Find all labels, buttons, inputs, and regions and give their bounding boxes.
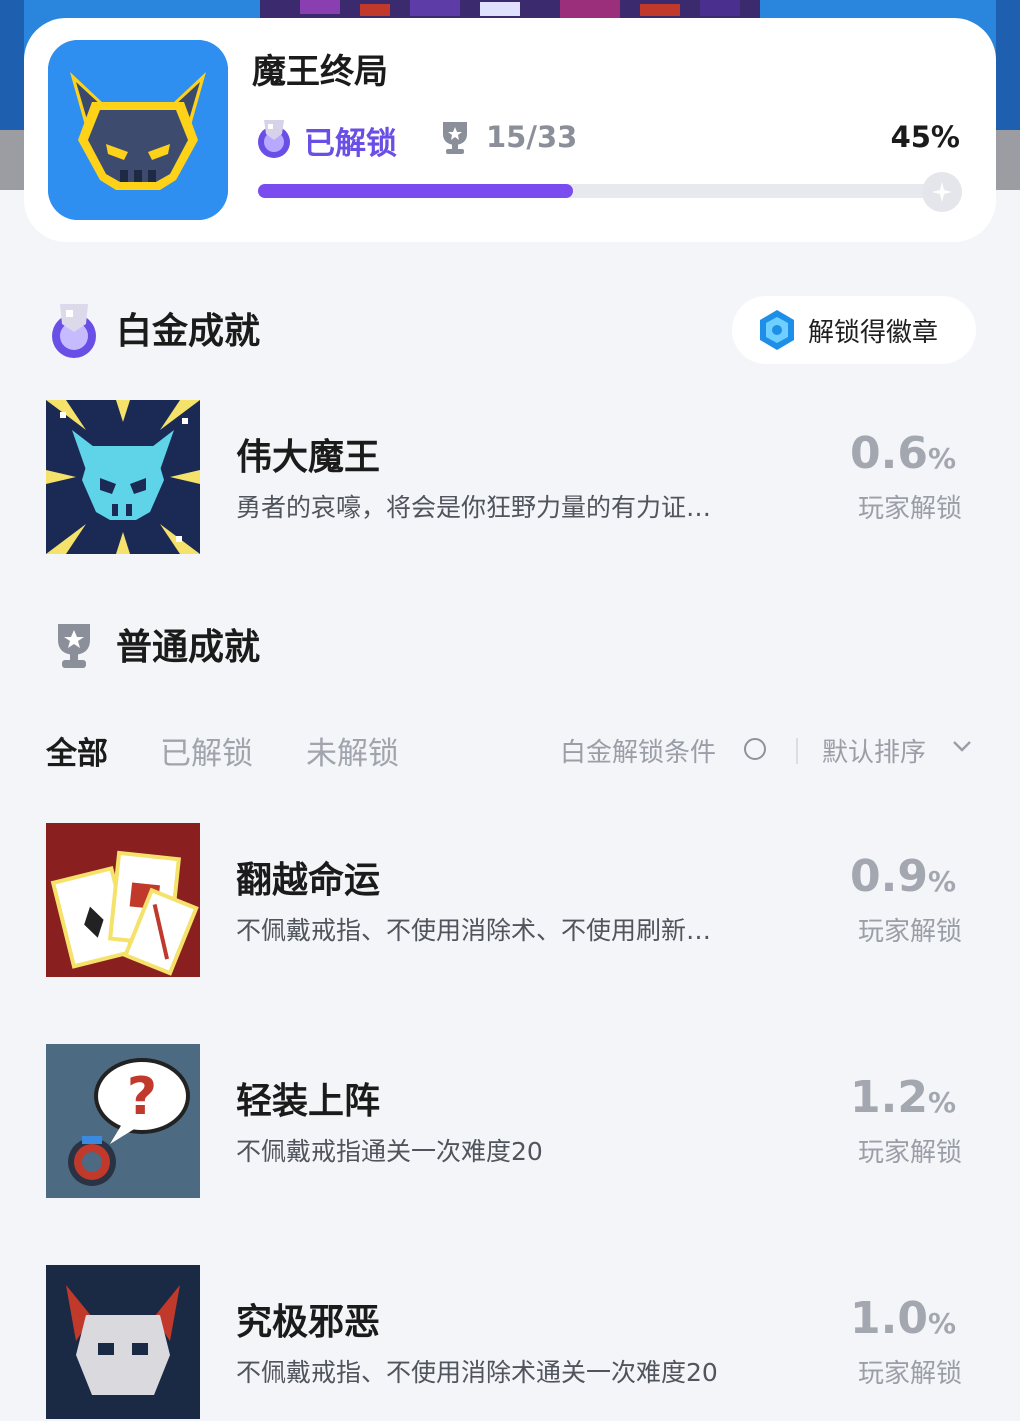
progress-percent: 45% — [890, 120, 960, 154]
tab-locked[interactable]: 未解锁 — [306, 728, 399, 773]
list-item[interactable]: 翻越命运 不佩戴戒指、不使用消除术、不使用刷新… 0.9% 玩家解锁 — [46, 823, 976, 979]
achievement-image — [46, 400, 200, 554]
unlocked-status-label: 已解锁 — [304, 126, 397, 162]
achievement-description: 不佩戴戒指、不使用消除术通关一次难度20 — [236, 1358, 718, 1387]
unlock-rate-label: 玩家解锁 — [857, 1138, 962, 1168]
achievement-name: 究极邪恶 — [236, 1302, 381, 1343]
platinum-section-title: 白金成就 — [116, 311, 261, 352]
unlock-rate: 1.0% — [850, 1293, 956, 1344]
normal-section-title: 普通成就 — [116, 627, 261, 668]
achievement-name: 翻越命运 — [236, 860, 381, 901]
normal-section-header: 普通成就 — [46, 612, 976, 672]
unlock-rate: 0.9% — [850, 851, 956, 902]
progress-bar-fill — [258, 184, 573, 198]
achievement-image — [46, 1265, 200, 1419]
unlock-rate: 0.6% — [850, 428, 956, 479]
achievement-description: 勇者的哀嚎，将会是你狂野力量的有力证… — [236, 493, 712, 522]
game-summary-card: 魔王终局 已解锁 15/33 45% — [24, 18, 996, 242]
achievement-count: 15/33 — [486, 120, 578, 154]
unlock-rate-value: 0.6 — [849, 428, 928, 479]
badge-icon — [758, 309, 796, 351]
unlock-rate: 1.2% — [850, 1072, 956, 1123]
achievement-image — [46, 823, 200, 977]
unlock-rate-unit: % — [927, 865, 956, 898]
platinum-achievement-row[interactable]: 伟大魔王 勇者的哀嚎，将会是你狂野力量的有力证… 0.6% 玩家解锁 — [46, 400, 976, 556]
unlock-badge-label: 解锁得徽章 — [808, 317, 939, 348]
platinum-trophy-icon — [252, 116, 296, 160]
tab-unlocked[interactable]: 已解锁 — [160, 728, 253, 773]
list-item[interactable]: 究极邪恶 不佩戴戒指、不使用消除术通关一次难度20 1.0% 玩家解锁 — [46, 1265, 976, 1421]
unlock-rate-value: 0.9 — [849, 851, 928, 902]
tab-all[interactable]: 全部 — [46, 728, 108, 773]
unlock-badge-button[interactable]: 解锁得徽章 — [732, 296, 976, 364]
unlock-rate-label: 玩家解锁 — [857, 494, 962, 524]
unlock-rate-label: 玩家解锁 — [857, 917, 962, 947]
platinum-condition-label[interactable]: 白金解锁条件 — [560, 732, 716, 769]
achievement-description: 不佩戴戒指、不使用消除术、不使用刷新… — [236, 916, 712, 945]
platinum-section-header: 白金成就 解锁得徽章 — [46, 296, 976, 364]
platinum-condition-radio[interactable] — [744, 738, 766, 760]
filter-bar: 全部 已解锁 未解锁 白金解锁条件 默认排序 — [46, 728, 976, 772]
unlock-rate-value: 1.0 — [849, 1293, 928, 1344]
svg-text:?: ? — [127, 1067, 157, 1127]
trophy-icon — [440, 120, 470, 156]
achievement-name: 伟大魔王 — [236, 437, 381, 478]
chevron-down-icon[interactable] — [950, 734, 974, 758]
unlock-rate-unit: % — [927, 1307, 956, 1340]
status-row: 已解锁 15/33 45% — [252, 114, 972, 162]
trophy-icon — [54, 620, 94, 672]
platinum-trophy-icon — [46, 300, 102, 360]
sort-dropdown[interactable]: 默认排序 — [822, 732, 926, 769]
unlock-rate-unit: % — [927, 442, 956, 475]
achievement-image: ? — [46, 1044, 200, 1198]
progress-end-icon — [922, 172, 962, 212]
unlock-rate-label: 玩家解锁 — [857, 1359, 962, 1389]
list-item[interactable]: ? 轻装上阵 不佩戴戒指通关一次难度20 1.2% 玩家解锁 — [46, 1044, 976, 1200]
game-icon[interactable] — [48, 40, 228, 220]
progress-bar — [258, 172, 962, 212]
divider — [796, 738, 798, 764]
unlock-rate-unit: % — [927, 1086, 956, 1119]
achievement-name: 轻装上阵 — [236, 1081, 381, 1122]
achievement-description: 不佩戴戒指通关一次难度20 — [236, 1137, 543, 1166]
game-title: 魔王终局 — [252, 52, 388, 92]
unlock-rate-value: 1.2 — [849, 1072, 928, 1123]
